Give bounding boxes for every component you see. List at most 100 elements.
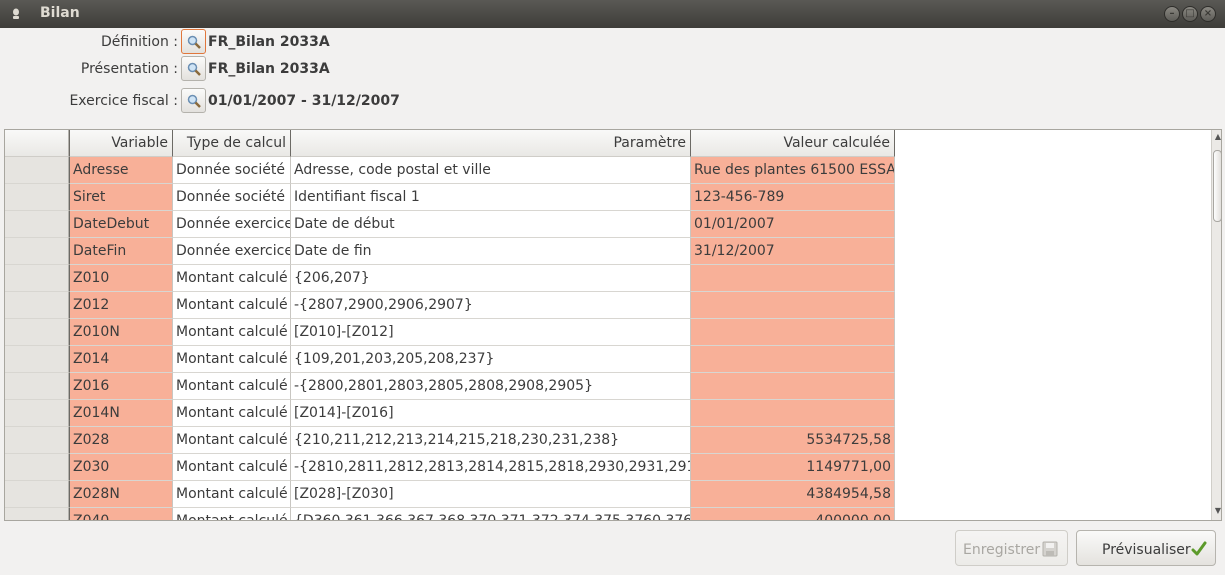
- table-cell-variable[interactable]: Z030: [69, 454, 173, 481]
- fiscal-year-value: 01/01/2007 - 31/12/2007: [208, 93, 400, 109]
- header-computed-value[interactable]: Valeur calculée: [691, 130, 895, 157]
- scrollbar-thumb[interactable]: [1213, 150, 1221, 222]
- table-cell-variable[interactable]: Z014N: [69, 400, 173, 427]
- save-button[interactable]: Enregistrer: [955, 530, 1068, 566]
- table-cell-value[interactable]: [691, 319, 895, 346]
- table-cell-value[interactable]: 1149771,00: [691, 454, 895, 481]
- table-cell-variable[interactable]: Z010N: [69, 319, 173, 346]
- table-cell-param[interactable]: {206,207}: [291, 265, 691, 292]
- fiscal-year-label: Exercice fiscal :: [69, 93, 178, 109]
- preview-button[interactable]: Prévisualiser: [1076, 530, 1216, 566]
- save-button-label: Enregistrer: [963, 542, 1041, 558]
- minimize-button[interactable]: –: [1164, 6, 1180, 22]
- table-cell-value[interactable]: 01/01/2007: [691, 211, 895, 238]
- row-header[interactable]: [5, 400, 69, 427]
- table-cell-type[interactable]: Montant calculé: [173, 292, 291, 319]
- table-cell-variable[interactable]: Siret: [69, 184, 173, 211]
- magnifier-icon: [187, 94, 201, 108]
- table-cell-variable[interactable]: DateDebut: [69, 211, 173, 238]
- window-title: Bilan: [40, 5, 80, 21]
- header-variable[interactable]: Variable: [69, 130, 173, 157]
- table-cell-param[interactable]: Date de début: [291, 211, 691, 238]
- row-header[interactable]: [5, 157, 69, 184]
- definition-lookup-button[interactable]: [181, 29, 206, 54]
- row-header[interactable]: [5, 292, 69, 319]
- row-header[interactable]: [5, 346, 69, 373]
- table-cell-param[interactable]: -{2800,2801,2803,2805,2808,2908,2905}: [291, 373, 691, 400]
- table-cell-type[interactable]: Montant calculé: [173, 373, 291, 400]
- table-cell-variable[interactable]: Z010: [69, 265, 173, 292]
- table-cell-param[interactable]: {109,201,203,205,208,237}: [291, 346, 691, 373]
- table-cell-value[interactable]: 400000,00: [691, 508, 895, 520]
- table-cell-param[interactable]: Identifiant fiscal 1: [291, 184, 691, 211]
- checkmark-icon: [1191, 541, 1207, 556]
- table-cell-variable[interactable]: Z028N: [69, 481, 173, 508]
- maximize-button[interactable]: □: [1182, 6, 1198, 22]
- row-header[interactable]: [5, 373, 69, 400]
- table-cell-variable[interactable]: Adresse: [69, 157, 173, 184]
- row-header[interactable]: [5, 319, 69, 346]
- table-cell-variable[interactable]: Z014: [69, 346, 173, 373]
- row-header[interactable]: [5, 238, 69, 265]
- table-cell-param[interactable]: {D360,361,366,367,368,370,371,372,374,37…: [291, 508, 691, 520]
- table-cell-type[interactable]: Montant calculé: [173, 454, 291, 481]
- row-header[interactable]: [5, 265, 69, 292]
- table-cell-variable[interactable]: Z016: [69, 373, 173, 400]
- table-cell-type[interactable]: Montant calculé: [173, 346, 291, 373]
- fiscal-year-lookup-button[interactable]: [181, 88, 206, 113]
- definition-value: FR_Bilan 2033A: [208, 34, 330, 50]
- table-cell-param[interactable]: Adresse, code postal et ville: [291, 157, 691, 184]
- table-cell-param[interactable]: [Z028]-[Z030]: [291, 481, 691, 508]
- table-cell-value[interactable]: [691, 373, 895, 400]
- table-cell-type[interactable]: Montant calculé: [173, 319, 291, 346]
- presentation-value: FR_Bilan 2033A: [208, 61, 330, 77]
- scroll-up-icon[interactable]: ▲: [1213, 132, 1221, 142]
- table-cell-param[interactable]: {210,211,212,213,214,215,218,230,231,238…: [291, 427, 691, 454]
- variables-table[interactable]: Variable Type de calcul Paramètre Valeur…: [4, 129, 1222, 521]
- table-cell-value[interactable]: [691, 265, 895, 292]
- table-cell-value[interactable]: [691, 400, 895, 427]
- presentation-lookup-button[interactable]: [181, 56, 206, 81]
- table-cell-value[interactable]: 5534725,58: [691, 427, 895, 454]
- presentation-label: Présentation :: [80, 61, 178, 77]
- definition-label: Définition :: [101, 34, 178, 50]
- scroll-down-icon[interactable]: ▼: [1213, 506, 1221, 516]
- table-cell-param[interactable]: [Z014]-[Z016]: [291, 400, 691, 427]
- table-cell-variable[interactable]: DateFin: [69, 238, 173, 265]
- table-cell-value[interactable]: [691, 346, 895, 373]
- table-cell-variable[interactable]: Z012: [69, 292, 173, 319]
- preview-button-label: Prévisualiser: [1102, 542, 1191, 558]
- table-cell-type[interactable]: Donnée exercice: [173, 238, 291, 265]
- row-header[interactable]: [5, 481, 69, 508]
- table-cell-value[interactable]: Rue des plantes 61500 ESSAY: [691, 157, 895, 184]
- row-header[interactable]: [5, 454, 69, 481]
- table-cell-value[interactable]: 123-456-789: [691, 184, 895, 211]
- title-bar: Bilan – □ ×: [0, 0, 1225, 28]
- table-cell-type[interactable]: Donnée société: [173, 184, 291, 211]
- table-cell-type[interactable]: Donnée société: [173, 157, 291, 184]
- magnifier-icon: [187, 35, 201, 49]
- close-button[interactable]: ×: [1200, 6, 1216, 22]
- table-cell-type[interactable]: Montant calculé: [173, 400, 291, 427]
- table-cell-value[interactable]: 31/12/2007: [691, 238, 895, 265]
- table-cell-type[interactable]: Montant calculé: [173, 265, 291, 292]
- row-header[interactable]: [5, 184, 69, 211]
- header-parameter[interactable]: Paramètre: [291, 130, 691, 157]
- table-cell-param[interactable]: -{2810,2811,2812,2813,2814,2815,2818,293…: [291, 454, 691, 481]
- table-cell-value[interactable]: [691, 292, 895, 319]
- table-cell-param[interactable]: Date de fin: [291, 238, 691, 265]
- row-header[interactable]: [5, 427, 69, 454]
- header-type[interactable]: Type de calcul: [173, 130, 291, 157]
- table-cell-variable[interactable]: Z040: [69, 508, 173, 520]
- table-cell-value[interactable]: 4384954,58: [691, 481, 895, 508]
- row-header[interactable]: [5, 508, 69, 520]
- table-cell-type[interactable]: Montant calculé: [173, 481, 291, 508]
- vertical-scrollbar[interactable]: ▲ ▼: [1211, 130, 1221, 520]
- table-cell-type[interactable]: Donnée exercice: [173, 211, 291, 238]
- table-cell-type[interactable]: Montant calculé: [173, 427, 291, 454]
- table-cell-variable[interactable]: Z028: [69, 427, 173, 454]
- table-cell-param[interactable]: -{2807,2900,2906,2907}: [291, 292, 691, 319]
- table-cell-param[interactable]: [Z010]-[Z012]: [291, 319, 691, 346]
- table-cell-type[interactable]: Montant calculé: [173, 508, 291, 520]
- row-header[interactable]: [5, 211, 69, 238]
